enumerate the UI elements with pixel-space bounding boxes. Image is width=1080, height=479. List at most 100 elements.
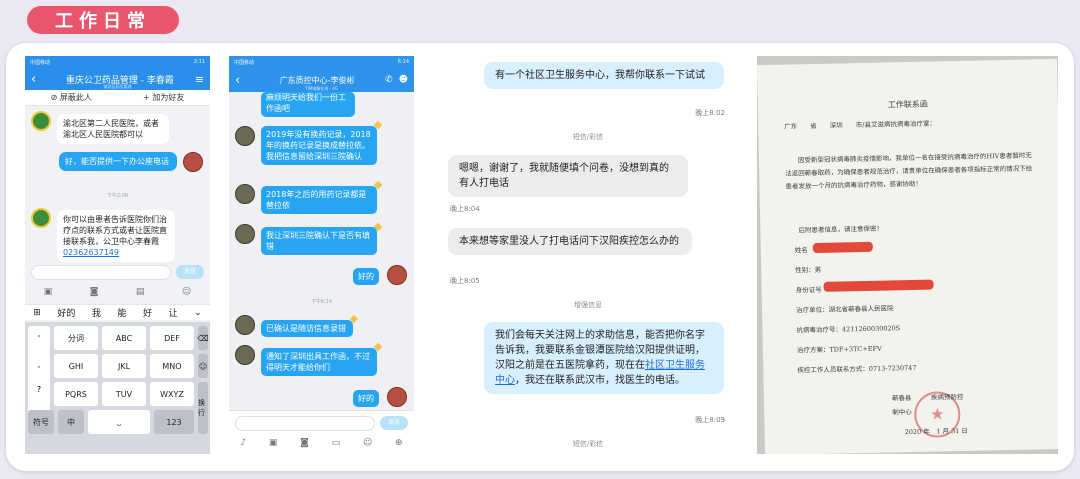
candidate-word[interactable]: 让	[169, 306, 178, 319]
add-friend-button[interactable]: + 加为好友	[118, 90, 211, 105]
backspace-key[interactable]: ⌫	[197, 326, 209, 350]
contact-avatar[interactable]	[235, 315, 255, 335]
contact-avatar[interactable]	[31, 111, 51, 131]
letter-title: 工作联系函	[887, 99, 928, 110]
letter-body: 因受新型冠状病毒肺炎疫情影响，我单位一名在接受抗病毒治疗的HIV患者暂时无法返回…	[785, 151, 1033, 191]
key-jkl[interactable]: JKL	[102, 354, 146, 378]
sms-time: 晚上8:04	[450, 205, 480, 213]
field-treatment-number: 抗病毒治疗号：4211260030020S	[796, 324, 901, 335]
field-treatment-unit: 治疗单位：湖北省蕲春县人民医院	[796, 304, 894, 315]
contact-avatar[interactable]	[235, 126, 255, 146]
key-tuv[interactable]: TUV	[102, 382, 146, 406]
plus-icon[interactable]: ⊕	[395, 438, 403, 448]
collapse-icon[interactable]: ⌄	[194, 308, 202, 318]
enter-key[interactable]: 换行	[198, 382, 208, 434]
field-gender: 性别：男	[795, 265, 822, 275]
letter-signature-org: 蕲春县 疾病预防控	[891, 392, 964, 403]
letter-date: 2020 年 1 月 31 日	[904, 426, 968, 437]
message-input-row: 发送	[25, 262, 210, 282]
chat-bubble-incoming: 已确认是随访信息录错	[261, 320, 353, 337]
candidate-word[interactable]: 我	[92, 306, 101, 319]
sms-bubble-incoming: 本来想等家里没人了打电话问下汉阳疾控怎么办的	[448, 228, 692, 255]
chat-header: ‹ 重庆公卫药品管理 - 李春霞 ≡ 渝北区药品管理	[25, 68, 210, 90]
person-icon[interactable]: ☻	[399, 75, 408, 85]
punct-key[interactable]: ?	[37, 385, 41, 394]
candidate-word[interactable]: 好	[143, 306, 152, 319]
contact-avatar[interactable]	[235, 184, 255, 204]
key-pqrs[interactable]: PQRS	[54, 382, 98, 406]
chat-header: ‹ 广东质控中心-李俊彬 ✆ ☻ TIM电脑在线 - 4G	[229, 68, 414, 92]
emoji-icon[interactable]: ☺	[363, 438, 372, 448]
letter-addressee: 广东 省 深圳 市/县艾滋病抗病毒治疗室：	[784, 119, 936, 131]
user-avatar[interactable]	[387, 387, 407, 407]
emoji-key[interactable]: ☺	[198, 354, 208, 378]
symbol-key[interactable]: 符号	[28, 410, 54, 434]
section-title-badge: 工作日常	[27, 6, 179, 34]
chat-screenshot-1: 中国移动 2:11 ‹ 重庆公卫药品管理 - 李春霞 ≡ 渝北区药品管理 ⊘ 屏…	[25, 56, 210, 454]
punct-key[interactable]: '	[38, 334, 40, 343]
image-icon[interactable]: ▣	[269, 438, 278, 448]
status-bar: 中国移动 6:14	[229, 56, 414, 68]
sms-bubble-outgoing: 我们会每天关注网上的求助信息，能否把你名字告诉我，我要联系金银潭医院给汉阳提供证…	[484, 322, 724, 394]
key-segment[interactable]: 分词	[54, 326, 98, 350]
sms-type-label: 短信/彩信	[572, 133, 604, 141]
candidate-word[interactable]: 好的	[57, 306, 75, 319]
phone-icon[interactable]: ✆	[385, 75, 393, 85]
message-time: 下午6:14	[310, 299, 333, 305]
message-input[interactable]	[235, 415, 375, 431]
space-key[interactable]: ⎵	[88, 410, 150, 434]
user-avatar[interactable]	[183, 152, 203, 172]
image-icon[interactable]: ▣	[44, 287, 53, 297]
work-letter-photo: 工作联系函 广东 省 深圳 市/县艾滋病抗病毒治疗室： 因受新型冠状病毒肺炎疫情…	[757, 56, 1058, 454]
send-button[interactable]: 发送	[176, 265, 204, 279]
send-button[interactable]: 发送	[380, 416, 408, 430]
emoji-icon[interactable]: ☺	[182, 287, 191, 297]
key-ghi[interactable]: GHI	[54, 354, 98, 378]
folder-icon[interactable]: ▭	[332, 438, 341, 448]
grid-icon[interactable]: ⊞	[33, 308, 41, 318]
chat-title: 广东质控中心-李俊彬	[279, 75, 355, 85]
candidate-bar: ⊞ 好的 我 能 好 让 ⌄	[25, 304, 210, 320]
chat-bubble-incoming: 麻烦明天给我们一份工作函吧	[261, 92, 355, 117]
chat-bubble-outgoing: 好的	[353, 390, 379, 407]
sms-time: 晚上8:09	[695, 416, 725, 424]
user-avatar[interactable]	[387, 265, 407, 285]
chat-subtitle: 渝北区药品管理	[103, 84, 132, 89]
phone-number-link[interactable]: 02362637149	[63, 248, 119, 257]
message-input[interactable]	[31, 264, 171, 280]
chat-bubble-incoming: 你可以由患者告诉医院你们治疗点的联系方式或者让医院直接联系我，公卫中心李春霞02…	[57, 210, 175, 262]
field-contact: 疾控工作人员联系方式：0713-7230747	[797, 363, 917, 375]
message-time: 下午2:08	[106, 193, 129, 199]
punct-key[interactable]: ,	[38, 360, 41, 369]
chat-bubble-incoming: 2018年之后的用药记录都是替拉依	[261, 186, 377, 214]
chat-screenshot-2: 中国移动 6:14 ‹ 广东质控中心-李俊彬 ✆ ☻ TIM电脑在线 - 4G …	[229, 56, 414, 454]
key-wxyz[interactable]: WXYZ	[150, 382, 194, 406]
letter-info-heading: 后附患者信息，请注意保密！	[798, 224, 883, 235]
camera-icon[interactable]: ◙	[300, 438, 309, 448]
sms-bubble-incoming: 嗯嗯，谢谢了，我就随便填个问卷，没想到真的有人打电话	[448, 155, 688, 197]
clock-text: 6:14	[397, 59, 409, 65]
attachment-toolbar: ♪ ▣ ◙ ▭ ☺ ⊕	[229, 435, 414, 451]
contact-avatar[interactable]	[235, 224, 255, 244]
input-area: 发送 ♪ ▣ ◙ ▭ ☺ ⊕	[229, 410, 414, 454]
camera-icon[interactable]: ◙	[90, 287, 99, 297]
carrier-text: 中国移动	[234, 59, 255, 66]
attachment-toolbar: ▣ ◙ ▤ ☺	[25, 284, 210, 300]
key-def[interactable]: DEF	[150, 326, 194, 350]
number-key[interactable]: 123	[154, 410, 194, 434]
contact-avatar[interactable]	[31, 208, 51, 228]
block-contact-button[interactable]: ⊘ 屏蔽此人	[25, 90, 118, 105]
redaction-mark	[812, 241, 873, 254]
key-abc[interactable]: ABC	[102, 326, 146, 350]
chat-bubble-outgoing: 好的	[353, 268, 379, 285]
candidate-word[interactable]: 能	[117, 306, 126, 319]
language-key[interactable]: 中	[58, 410, 84, 434]
microphone-icon[interactable]: ♪	[240, 438, 246, 448]
gif-icon[interactable]: ▤	[136, 287, 145, 297]
clock-text: 2:11	[193, 59, 205, 65]
chat-bubble-incoming: 通知了深圳出具工作函，不过得明天才能给你们	[261, 348, 377, 376]
message-input-row: 发送	[229, 413, 414, 433]
redaction-mark	[823, 279, 934, 292]
key-mno[interactable]: MNO	[150, 354, 194, 378]
contact-avatar[interactable]	[235, 345, 255, 365]
